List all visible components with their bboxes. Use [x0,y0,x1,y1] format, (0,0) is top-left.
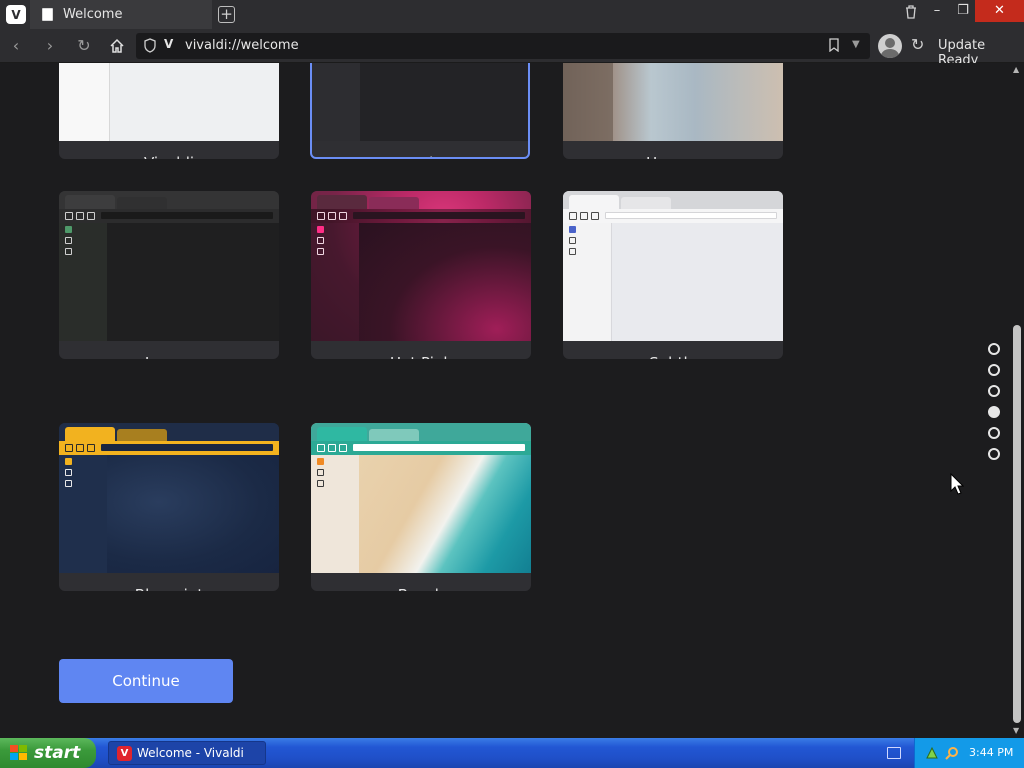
theme-name: Dark [312,141,528,157]
restore-button[interactable]: ❐ [952,0,974,22]
address-bar[interactable]: V vivaldi://welcome ▼ [136,33,870,59]
tab-strip: V Welcome + – ❐ ✕ [0,0,1024,29]
keyboard-icon[interactable] [887,747,901,759]
theme-name: Issuna [59,341,279,359]
home-button[interactable] [107,36,127,56]
theme-card-human[interactable]: Human [563,63,783,159]
network-icon[interactable] [925,746,939,760]
url-text[interactable]: vivaldi://welcome [185,38,299,53]
continue-button[interactable]: Continue [59,659,233,703]
trash-icon[interactable] [900,0,922,22]
close-window-button[interactable]: ✕ [975,0,1024,22]
theme-card-beach[interactable]: Beach [311,423,531,591]
chevron-down-icon[interactable]: ▼ [852,39,860,50]
vivaldi-icon: V [117,745,132,761]
theme-name: Beach [311,573,531,591]
site-info-icon[interactable]: V [164,37,173,51]
theme-name: Hot Pink [311,341,531,359]
minimize-button[interactable]: – [926,0,948,22]
update-icon[interactable]: ↻ [911,36,929,54]
vivaldi-logo-icon: V [11,7,21,22]
new-tab-button[interactable]: + [218,6,235,23]
step-dot-6[interactable] [988,448,1000,460]
forward-button[interactable]: › [40,36,60,56]
theme-name: Human [563,141,783,159]
taskbar-item-label: Welcome - Vivaldi [137,746,244,760]
step-dot-1[interactable] [988,343,1000,355]
theme-name: Subtle [563,341,783,359]
back-button[interactable]: ‹ [6,36,26,56]
scroll-up-icon[interactable]: ▲ [1013,65,1019,74]
theme-name: Vivaldi [59,141,279,159]
step-dot-2[interactable] [988,364,1000,376]
step-pager [988,343,1002,463]
scroll-down-icon[interactable]: ▼ [1013,726,1019,735]
theme-name: Blueprint [59,573,279,591]
taskbar-clock: 3:44 PM [969,746,1014,759]
address-toolbar: ‹ › ↻ V vivaldi://welcome ▼ ↻ Update Rea… [0,29,1024,68]
page-scrollbar[interactable]: ▲ ▼ [1010,63,1024,738]
document-icon [42,8,53,21]
scrollbar-thumb[interactable] [1013,325,1021,723]
welcome-page: Vivaldi Dark Human Issuna [0,63,1010,738]
step-dot-4[interactable] [988,406,1000,418]
taskbar: start V Welcome - Vivaldi 3:44 PM [0,738,1024,768]
reload-button[interactable]: ↻ [74,36,94,56]
tab-welcome[interactable]: Welcome [30,0,212,29]
theme-card-dark[interactable]: Dark [310,63,530,159]
theme-card-vivaldi[interactable]: Vivaldi [59,63,279,159]
user-icon [885,38,895,48]
step-dot-5[interactable] [988,427,1000,439]
search-icon[interactable] [945,746,959,760]
system-tray: 3:44 PM [914,738,1024,768]
theme-card-subtle[interactable]: Subtle [563,191,783,359]
windows-logo-icon [10,745,28,761]
taskbar-item-vivaldi[interactable]: V Welcome - Vivaldi [108,741,266,765]
theme-card-blueprint[interactable]: Blueprint [59,423,279,591]
step-dot-3[interactable] [988,385,1000,397]
shield-icon[interactable] [144,38,156,53]
theme-card-issuna[interactable]: Issuna [59,191,279,359]
vivaldi-menu-button[interactable]: V [6,5,26,24]
mouse-cursor-icon [950,473,964,495]
bookmark-icon[interactable] [829,38,839,52]
start-button[interactable]: start [0,738,96,768]
profile-avatar[interactable] [878,34,902,58]
theme-card-hot-pink[interactable]: Hot Pink [311,191,531,359]
start-label: start [34,743,81,763]
tab-title: Welcome [63,7,123,22]
